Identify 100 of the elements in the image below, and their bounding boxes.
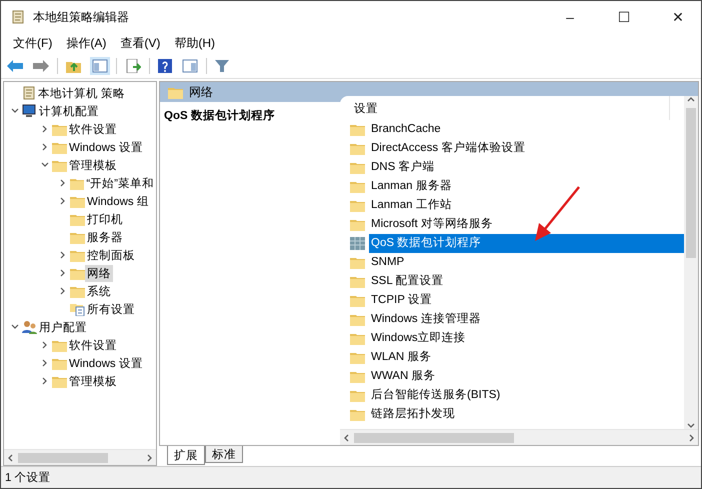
panel-button[interactable]	[180, 56, 200, 74]
list-item[interactable]: Windows 连接管理器	[369, 310, 684, 329]
horizontal-scrollbar[interactable]	[340, 429, 698, 445]
chevron-down-icon[interactable]	[11, 107, 19, 115]
tree-item[interactable]: 打印机	[85, 210, 125, 228]
folder-icon	[70, 194, 85, 208]
list-item[interactable]: Lanman 工作站	[369, 196, 684, 215]
show-tree-button[interactable]	[90, 56, 110, 74]
tree-item[interactable]: 计算机配置	[37, 102, 101, 120]
menu-item[interactable]: 帮助(H)	[174, 34, 215, 52]
menu-item[interactable]: 操作(A)	[66, 34, 106, 52]
menu-item[interactable]: 查看(V)	[120, 34, 160, 52]
scroll-icon	[11, 10, 25, 24]
chevron-right-icon[interactable]	[59, 251, 67, 259]
folder-icon	[350, 199, 365, 212]
list-item[interactable]: SNMP	[369, 253, 684, 272]
forward-button[interactable]	[31, 58, 51, 74]
folder-icon	[70, 230, 85, 244]
list-item[interactable]: TCPIP 设置	[369, 291, 684, 310]
tree-item[interactable]: 管理模板	[67, 372, 119, 390]
chevron-right-icon[interactable]	[41, 143, 49, 151]
folder-icon	[350, 256, 365, 269]
chevron-right-icon[interactable]	[41, 377, 49, 385]
scroll-right-icon[interactable]	[687, 434, 695, 442]
description-title: QoS 数据包计划程序	[164, 110, 275, 122]
tree-item[interactable]: “开始”菜单和	[84, 174, 156, 192]
column-header[interactable]: 设置	[340, 96, 670, 120]
list-item[interactable]: SSL 配置设置	[369, 272, 684, 291]
tree-item[interactable]: 所有设置	[85, 300, 137, 318]
folder-icon	[350, 218, 365, 231]
chevron-right-icon[interactable]	[58, 179, 67, 187]
tree-item[interactable]: Windows 设置	[67, 138, 145, 156]
folder-icon	[70, 266, 85, 280]
folder-icon	[350, 389, 365, 402]
chevron-down-icon[interactable]	[41, 161, 49, 169]
list-item[interactable]: WWAN 服务	[369, 367, 684, 386]
chevron-down-icon[interactable]	[11, 323, 19, 331]
folder-icon	[168, 86, 183, 98]
tree-item[interactable]: 服务器	[85, 228, 125, 246]
chevron-right-icon[interactable]	[41, 359, 49, 367]
back-button[interactable]	[5, 58, 25, 74]
folder-icon	[350, 275, 365, 288]
folder-icon	[350, 351, 365, 364]
list-item[interactable]: Microsoft 对等网络服务	[369, 215, 684, 234]
list-item[interactable]: DirectAccess 客户端体验设置	[369, 139, 684, 158]
folder-icon	[52, 140, 67, 154]
tree-item[interactable]: 系统	[85, 282, 113, 300]
folder-icon	[70, 284, 85, 298]
list-item[interactable]: Windows立即连接	[369, 329, 684, 348]
close-button[interactable]: ✕	[655, 1, 701, 33]
menu-item[interactable]: 文件(F)	[13, 34, 52, 52]
help-button[interactable]	[156, 56, 174, 74]
tree-item[interactable]: 软件设置	[67, 120, 119, 138]
scroll-up-icon[interactable]	[687, 96, 695, 104]
folder-icon	[52, 356, 67, 370]
folder-icon	[52, 374, 67, 388]
scroll-left-icon[interactable]	[343, 434, 351, 442]
tree-item[interactable]: 网络	[85, 264, 113, 282]
list-item[interactable]: DNS 客户端	[369, 158, 684, 177]
folder-icon	[70, 212, 85, 226]
list-item[interactable]: 链路层拓扑发现	[369, 405, 684, 424]
tree-item[interactable]: 控制面板	[85, 246, 137, 264]
list-item[interactable]: QoS 数据包计划程序	[369, 234, 684, 253]
vertical-scrollbar[interactable]	[684, 96, 698, 429]
tree-item[interactable]: 本地计算机 策略	[36, 84, 128, 102]
chevron-right-icon[interactable]	[41, 341, 49, 349]
folder-icon	[350, 294, 365, 307]
list-item[interactable]: Lanman 服务器	[369, 177, 684, 196]
chevron-right-icon[interactable]	[59, 197, 67, 205]
view-tab[interactable]: 标准	[205, 446, 243, 463]
folder-icon	[350, 313, 365, 326]
list-item[interactable]: BranchCache	[369, 120, 684, 139]
scroll-left-icon[interactable]	[7, 454, 15, 462]
computer-icon	[22, 104, 37, 118]
folder-icon	[52, 158, 67, 172]
list-item[interactable]: WLAN 服务	[369, 348, 684, 367]
horizontal-scrollbar[interactable]	[4, 449, 156, 465]
status-text: 1 个设置	[5, 470, 51, 485]
scroll-down-icon[interactable]	[687, 421, 695, 429]
folder-icon	[350, 370, 365, 383]
folder-icon	[350, 161, 365, 174]
list-item[interactable]: 后台智能传送服务(BITS)	[369, 386, 684, 405]
tree-item[interactable]: Windows 组	[85, 192, 151, 210]
folder-icon	[350, 332, 365, 345]
minimize-button[interactable]: –	[547, 1, 593, 33]
folder-icon	[52, 338, 67, 352]
tree-item[interactable]: 用户配置	[37, 318, 89, 336]
chevron-right-icon[interactable]	[41, 125, 49, 133]
chevron-right-icon[interactable]	[59, 287, 67, 295]
chevron-right-icon[interactable]	[59, 269, 67, 277]
setting-icon	[350, 237, 365, 250]
maximize-button[interactable]: ☐	[601, 1, 647, 33]
settings-page-icon	[70, 302, 85, 316]
tree-item[interactable]: Windows 设置	[67, 354, 145, 372]
tree-item[interactable]: 软件设置	[67, 336, 119, 354]
folder-icon	[70, 176, 84, 190]
scroll-right-icon[interactable]	[145, 454, 153, 462]
folder-icon	[52, 122, 67, 136]
tree-item[interactable]: 管理模板	[67, 156, 119, 174]
view-tab[interactable]: 扩展	[167, 446, 205, 465]
